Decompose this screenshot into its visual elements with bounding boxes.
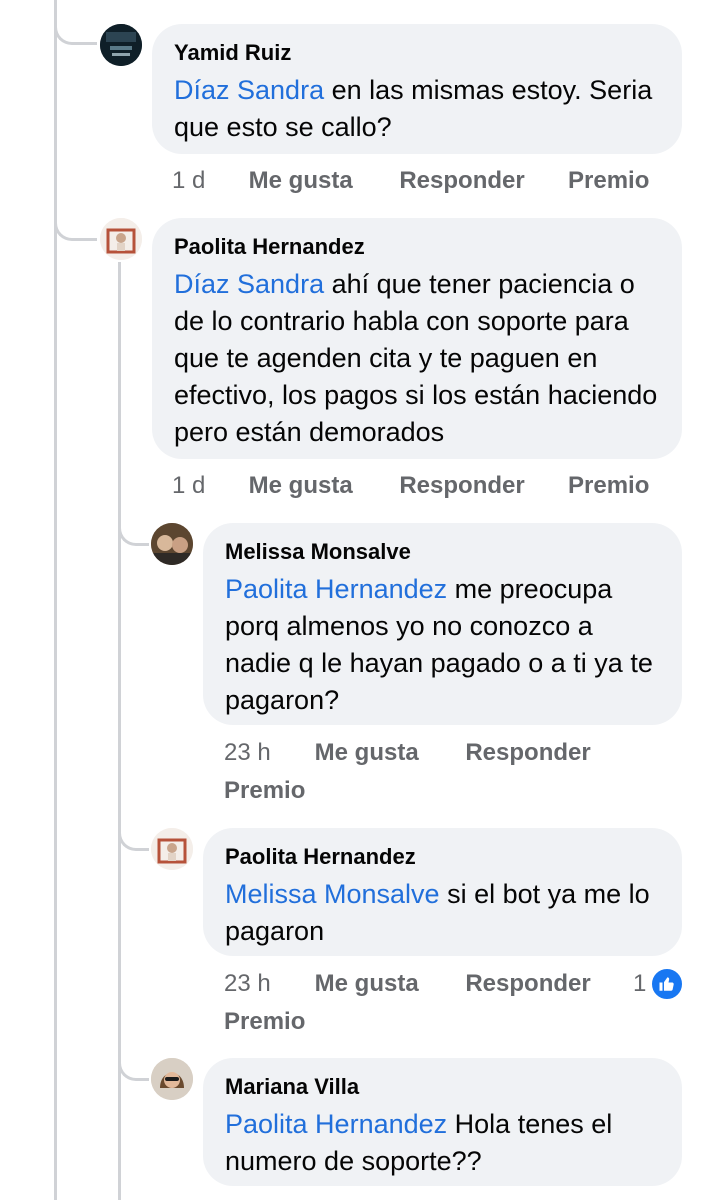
comment-bubble: Melissa Monsalve Paolita Hernandez me pr… (203, 523, 682, 725)
award-button[interactable]: Premio (224, 1004, 644, 1040)
comment-actions: 23 h Me gusta Responder Premio (224, 735, 644, 809)
comment-author[interactable]: Paolita Hernandez (225, 842, 660, 872)
comment-bubble: Paolita Hernandez Melissa Monsalve si el… (203, 828, 682, 956)
comment-time[interactable]: 23 h (224, 735, 308, 771)
avatar-image (151, 523, 193, 565)
thread-connector-4 (118, 818, 149, 851)
comment-time[interactable]: 1 d (172, 163, 242, 199)
like-button[interactable]: Me gusta (315, 966, 459, 1002)
comment-bubble: Mariana Villa Paolita Hernandez Hola ten… (203, 1058, 682, 1186)
mention-link[interactable]: Díaz Sandra (174, 269, 324, 299)
comment-author[interactable]: Mariana Villa (225, 1072, 660, 1102)
comment-author[interactable]: Yamid Ruiz (174, 38, 660, 68)
comment-actions: 23 h Me gusta Responder Premio (224, 966, 644, 1040)
thread-line-main (54, 0, 57, 1200)
comment-text: Melissa Monsalve si el bot ya me lo paga… (225, 876, 660, 950)
avatar-image (100, 24, 142, 66)
avatar[interactable] (100, 24, 142, 66)
award-button[interactable]: Premio (224, 773, 644, 809)
comment-actions: 1 d Me gusta Responder Premio (172, 468, 692, 504)
comment-bubble: Paolita Hernandez Díaz Sandra ahí que te… (152, 218, 682, 459)
like-button[interactable]: Me gusta (315, 735, 459, 771)
comment-author[interactable]: Melissa Monsalve (225, 537, 660, 567)
reaction-summary[interactable]: 1 (633, 967, 685, 1001)
avatar[interactable] (151, 828, 193, 870)
reply-button[interactable]: Responder (399, 468, 561, 504)
comment-text: Díaz Sandra ahí que tener paciencia o de… (174, 266, 660, 451)
avatar[interactable] (151, 523, 193, 565)
avatar[interactable] (100, 218, 142, 260)
reply-button[interactable]: Responder (465, 966, 590, 1002)
comment-actions: 1 d Me gusta Responder Premio (172, 163, 692, 199)
mention-link[interactable]: Melissa Monsalve (225, 879, 440, 909)
like-button[interactable]: Me gusta (249, 163, 393, 199)
mention-link[interactable]: Díaz Sandra (174, 75, 324, 105)
reply-button[interactable]: Responder (399, 163, 561, 199)
comment-time[interactable]: 1 d (172, 468, 242, 504)
comment-text: Paolita Hernandez me preocupa porq almen… (225, 571, 660, 719)
thread-connector-3 (118, 513, 149, 546)
mention-link[interactable]: Paolita Hernandez (225, 574, 447, 604)
award-button[interactable]: Premio (568, 468, 649, 504)
avatar-image (151, 828, 193, 870)
comment-author[interactable]: Paolita Hernandez (174, 232, 660, 262)
thread-connector-1 (54, 12, 97, 45)
mention-link[interactable]: Paolita Hernandez (225, 1109, 447, 1139)
award-button[interactable]: Premio (568, 163, 649, 199)
reply-button[interactable]: Responder (465, 735, 590, 771)
avatar[interactable] (151, 1058, 193, 1100)
comment-bubble: Yamid Ruiz Díaz Sandra en las mismas est… (152, 24, 682, 154)
comment-time[interactable]: 23 h (224, 966, 308, 1002)
like-thumb-icon (650, 967, 685, 1001)
reaction-count: 1 (633, 970, 647, 997)
comment-text: Paolita Hernandez Hola tenes el numero d… (225, 1106, 660, 1180)
comment-text: Díaz Sandra en las mismas estoy. Seria q… (174, 72, 660, 146)
like-button[interactable]: Me gusta (249, 468, 393, 504)
avatar-image (100, 218, 142, 260)
avatar-image (151, 1058, 193, 1100)
thread-connector-2 (54, 208, 97, 241)
thread-connector-5 (118, 1048, 149, 1081)
